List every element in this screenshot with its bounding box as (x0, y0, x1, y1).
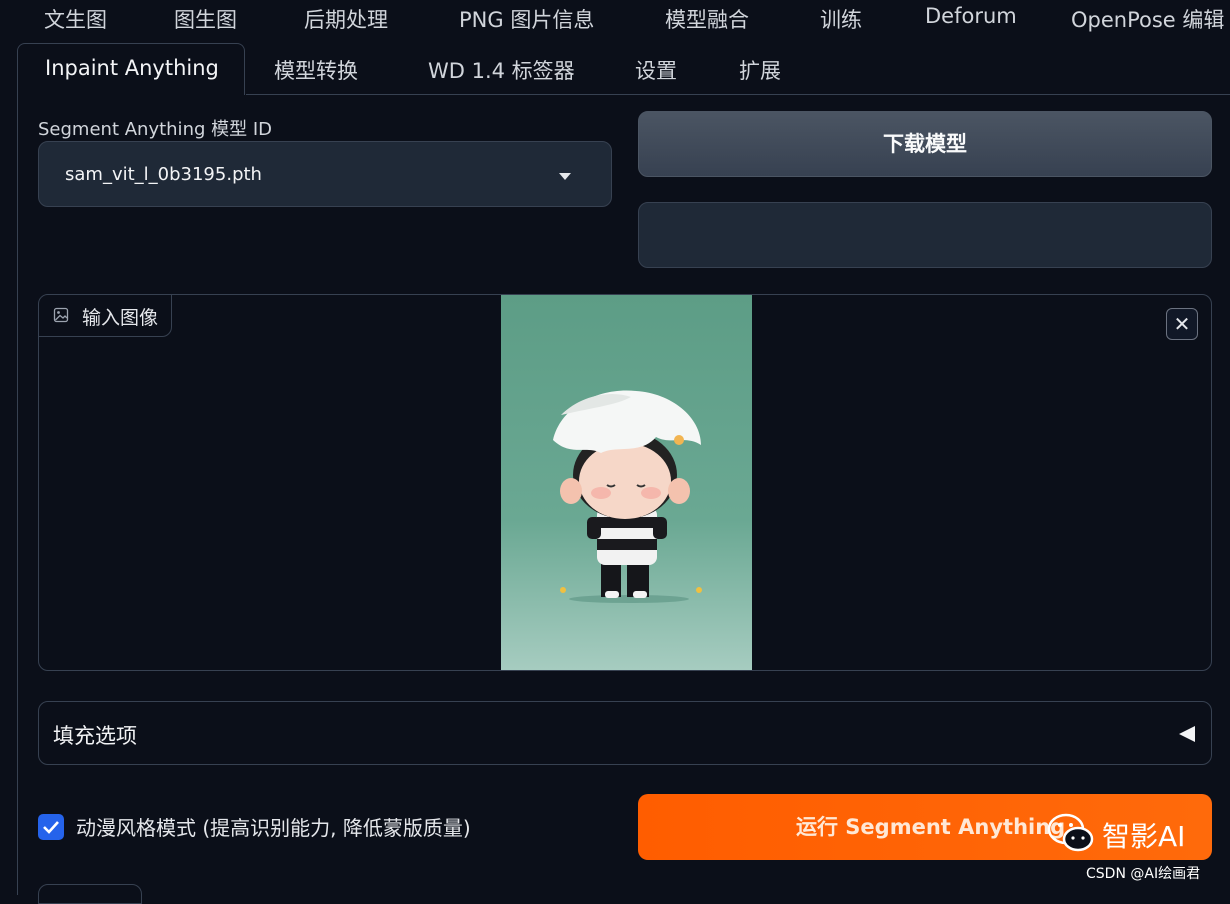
anime-mode-label: 动漫风格模式 (提高识别能力, 降低蒙版质量) (76, 816, 471, 840)
fill-options-label: 填充选项 (53, 724, 137, 748)
tab-checkpoint-merger[interactable]: 模型融合 (665, 4, 749, 34)
download-status-box (638, 202, 1212, 268)
tab-png-info[interactable]: PNG 图片信息 (459, 4, 594, 34)
tab-img2img[interactable]: 图生图 (174, 4, 237, 34)
model-id-dropdown[interactable]: sam_vit_l_0b3195.pth (38, 141, 612, 207)
tab-txt2img[interactable]: 文生图 (44, 4, 107, 34)
model-id-label: Segment Anything 模型 ID (38, 119, 273, 140)
tab-inpaint-anything-label: Inpaint Anything (45, 56, 219, 80)
input-image-panel[interactable]: 输入图像 ✕ (38, 294, 1212, 671)
next-section-tab (38, 884, 142, 904)
download-model-button[interactable]: 下载模型 (638, 111, 1212, 177)
tab-inpaint-anything[interactable]: Inpaint Anything (17, 43, 245, 95)
input-image[interactable] (501, 295, 752, 670)
image-icon (53, 307, 69, 323)
watermark-brand: 智影AI (1102, 820, 1186, 853)
checkmark-icon (43, 821, 59, 834)
fill-options-accordion[interactable]: 填充选项 (38, 701, 1212, 765)
tab-wd14-tagger[interactable]: WD 1.4 标签器 (428, 55, 575, 85)
tab-model-converter[interactable]: 模型转换 (274, 55, 358, 85)
tab-extras[interactable]: 后期处理 (304, 4, 388, 34)
wechat-logo-icon (1047, 813, 1094, 852)
run-button-label: 运行 Segment Anything (796, 815, 1066, 839)
anime-mode-checkbox[interactable] (38, 814, 64, 840)
top-tab-bar: 文生图 图生图 后期处理 PNG 图片信息 模型融合 训练 Deforum Op… (0, 0, 1230, 40)
tab-extensions[interactable]: 扩展 (739, 55, 781, 85)
watermark-credit: CSDN @AI绘画君 (1086, 866, 1201, 882)
tab-openpose-editor[interactable]: OpenPose 编辑 (1071, 4, 1224, 34)
caret-left-icon (1179, 726, 1195, 742)
sub-tab-divider (246, 94, 1230, 95)
model-id-value: sam_vit_l_0b3195.pth (65, 164, 262, 185)
panel-border (17, 95, 18, 895)
input-image-label-text: 输入图像 (82, 307, 159, 329)
chevron-down-icon (559, 173, 571, 180)
close-icon[interactable]: ✕ (1166, 308, 1198, 340)
tab-train[interactable]: 训练 (820, 4, 862, 34)
input-image-label: 输入图像 (39, 295, 172, 337)
tab-deforum[interactable]: Deforum (925, 4, 1017, 28)
tab-settings[interactable]: 设置 (635, 55, 677, 85)
